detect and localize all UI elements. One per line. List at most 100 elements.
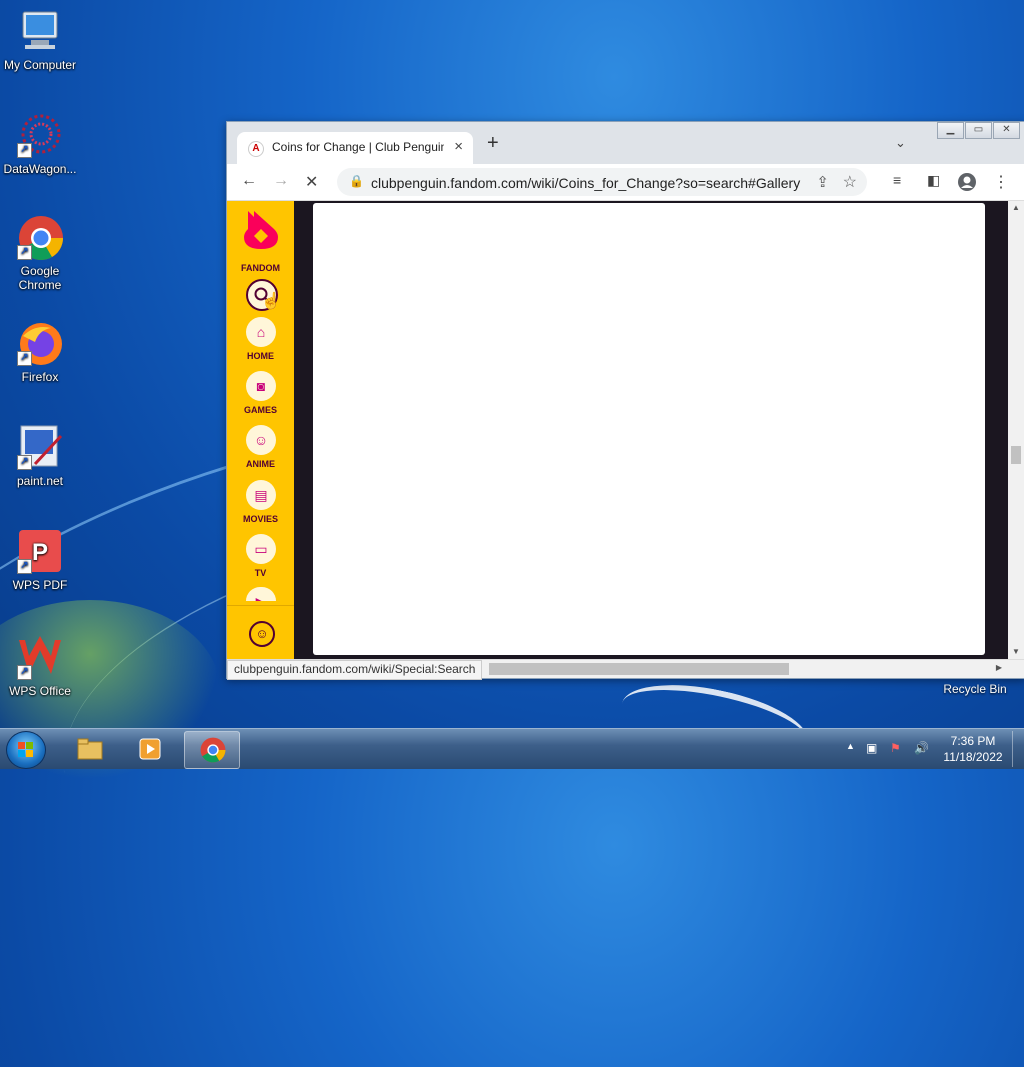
browser-toolbar: ← → ✕ 🔒 clubpenguin.fandom.com/wiki/Coin… xyxy=(227,164,1024,201)
sidebar-item-label: HOME xyxy=(247,351,274,361)
paintnet-icon: ↗ xyxy=(17,424,63,470)
lock-icon: 🔒 xyxy=(349,174,364,188)
taskbar-media-player-button[interactable] xyxy=(122,731,176,767)
desktop-icon-my-computer[interactable]: My Computer xyxy=(0,8,80,72)
desktop-icon-wps-office[interactable]: ↗ WPS Office xyxy=(0,634,80,698)
sidebar-divider xyxy=(227,605,294,606)
sidebar-item-movies[interactable]: ▤ xyxy=(246,480,276,510)
desktop-icon-google-chrome[interactable]: ↗ Google Chrome xyxy=(0,214,80,292)
sidebar-item-tv[interactable]: ▭ xyxy=(246,534,276,564)
sidebar-item-games[interactable]: ◙ xyxy=(246,371,276,401)
status-bar: ▶ clubpenguin.fandom.com/wiki/Special:Se… xyxy=(227,659,1024,680)
shortcut-arrow-icon: ↗ xyxy=(17,143,32,158)
favicon-icon: A xyxy=(248,141,264,157)
scroll-right-arrow-icon[interactable]: ▶ xyxy=(996,663,1002,672)
anime-icon: ☺ xyxy=(253,432,269,448)
tab-title: Coins for Change | Club Penguin xyxy=(272,140,444,154)
shortcut-arrow-icon: ↗ xyxy=(17,455,32,470)
media-control-icon[interactable]: ≡ xyxy=(893,172,901,188)
desktop-icon-label: WPS PDF xyxy=(12,578,68,592)
tab-close-button[interactable]: × xyxy=(454,138,463,155)
scroll-up-arrow-icon[interactable]: ▲ xyxy=(1012,203,1020,212)
gamepad-icon: ◙ xyxy=(256,378,266,394)
fandom-logo-icon[interactable] xyxy=(244,209,278,251)
forward-button[interactable]: → xyxy=(273,172,289,190)
vertical-scrollbar[interactable]: ▲ ▼ xyxy=(1008,201,1024,659)
video-icon: ▶ xyxy=(256,594,267,601)
desktop-icon-label: Firefox xyxy=(21,370,59,384)
page-content: FANDOM ☝ ⌂ HOME ◙ GAMES ☺ ANIME ▤ MOVIES… xyxy=(227,201,1024,659)
window-controls: ▁ ▭ ✕ xyxy=(936,122,1020,139)
start-button[interactable] xyxy=(6,731,46,769)
url-text: clubpenguin.fandom.com/wiki/Coins_for_Ch… xyxy=(371,175,801,191)
desktop-icon-paintnet[interactable]: ↗ paint.net xyxy=(0,424,80,488)
network-icon[interactable]: ▣ xyxy=(866,741,877,755)
close-button[interactable]: ✕ xyxy=(993,122,1020,139)
tv-icon: ▭ xyxy=(254,541,268,557)
new-tab-button[interactable]: + xyxy=(487,132,499,155)
profile-icon[interactable] xyxy=(957,172,977,192)
bookmark-star-icon[interactable]: ☆ xyxy=(843,172,857,192)
shortcut-arrow-icon: ↗ xyxy=(17,245,32,260)
shortcut-arrow-icon: ↗ xyxy=(17,665,32,680)
desktop-icon-firefox[interactable]: ↗ Firefox xyxy=(0,320,80,384)
clock-time: 7:36 PM xyxy=(950,734,996,748)
taskbar-chrome-button[interactable] xyxy=(184,731,240,769)
sidebar-item-label: GAMES xyxy=(243,405,277,415)
title-bar: A Coins for Change | Club Penguin × + ⌄ … xyxy=(227,122,1024,164)
action-center-flag-icon[interactable]: ⚑ xyxy=(890,741,901,755)
volume-icon[interactable]: 🔊 xyxy=(914,741,929,755)
clapper-icon: ▤ xyxy=(254,487,268,503)
chrome-icon xyxy=(200,737,226,763)
link-status-text: clubpenguin.fandom.com/wiki/Special:Sear… xyxy=(227,660,483,680)
desktop-icon-label: Google Chrome xyxy=(18,264,62,292)
user-account-button[interactable]: ☺ xyxy=(249,621,275,647)
sidebar-item-label: TV xyxy=(254,568,267,578)
address-bar[interactable]: 🔒 clubpenguin.fandom.com/wiki/Coins_for_… xyxy=(337,168,867,196)
show-hidden-icons-button[interactable]: ▲ xyxy=(846,741,855,751)
sidebar-item-label: ANIME xyxy=(246,459,275,469)
desktop-icon-recycle-bin[interactable]: Recycle Bin xyxy=(935,682,1015,696)
firefox-icon: ↗ xyxy=(17,320,63,366)
wps-office-icon: ↗ xyxy=(17,634,63,680)
stop-loading-button[interactable]: ✕ xyxy=(305,172,318,192)
minimize-button[interactable]: ▁ xyxy=(937,122,964,139)
scroll-down-arrow-icon[interactable]: ▼ xyxy=(1012,647,1020,656)
desktop-icon-label: WPS Office xyxy=(9,684,71,698)
media-player-icon xyxy=(139,738,161,760)
fandom-sidebar: FANDOM ☝ ⌂ HOME ◙ GAMES ☺ ANIME ▤ MOVIES… xyxy=(227,201,294,659)
desktop-icon-label: DataWagon... xyxy=(3,162,77,176)
browser-window: A Coins for Change | Club Penguin × + ⌄ … xyxy=(226,121,1024,680)
sidebar-item-home[interactable]: ⌂ xyxy=(246,317,276,347)
side-panel-icon[interactable]: ◧ xyxy=(927,172,940,189)
taskbar: ▲ ▣ ⚑ 🔊 7:36 PM 11/18/2022 xyxy=(0,728,1024,769)
fandom-brand-label: FANDOM xyxy=(241,263,280,273)
desktop-icon-datawagon[interactable]: ↗ DataWagon... xyxy=(0,112,80,176)
sidebar-item-video[interactable]: ▶ xyxy=(246,587,276,601)
maximize-button[interactable]: ▭ xyxy=(965,122,992,139)
sidebar-item-label: MOVIES xyxy=(242,514,278,524)
sidebar-item-anime[interactable]: ☺ xyxy=(246,425,276,455)
show-desktop-button[interactable] xyxy=(1012,731,1023,767)
desktop-icon-label: paint.net xyxy=(16,474,64,488)
home-icon: ⌂ xyxy=(256,324,266,340)
shortcut-arrow-icon: ↗ xyxy=(17,351,32,366)
share-icon[interactable]: ⇪ xyxy=(816,173,829,191)
desktop-icon-wps-pdf[interactable]: P ↗ WPS PDF xyxy=(0,528,80,592)
menu-kebab-icon[interactable]: ⋮ xyxy=(993,172,1009,192)
scrollbar-thumb[interactable] xyxy=(1011,446,1021,464)
clock[interactable]: 7:36 PM 11/18/2022 xyxy=(940,733,1006,765)
shortcut-arrow-icon: ↗ xyxy=(17,559,32,574)
back-button[interactable]: ← xyxy=(241,172,257,190)
tab-search-button[interactable]: ⌄ xyxy=(895,135,906,151)
hand-cursor-icon: ☝ xyxy=(261,293,281,310)
desktop-icon-label: Recycle Bin xyxy=(943,682,1007,696)
svg-text:P: P xyxy=(32,539,48,566)
taskbar-explorer-button[interactable] xyxy=(62,731,116,767)
clock-date: 11/18/2022 xyxy=(943,750,1003,764)
browser-tab[interactable]: A Coins for Change | Club Penguin × xyxy=(237,132,473,164)
horizontal-scrollbar-thumb[interactable] xyxy=(489,663,789,675)
wps-pdf-icon: P ↗ xyxy=(17,528,63,574)
desktop-icon-label: My Computer xyxy=(3,58,77,72)
search-modal[interactable] xyxy=(313,203,985,655)
